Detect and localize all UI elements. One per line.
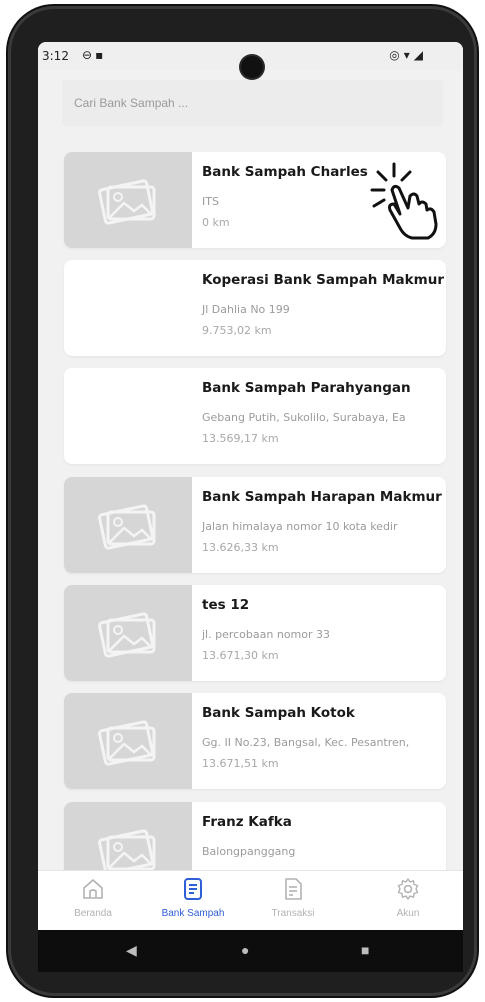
nav-label: Beranda <box>74 908 112 919</box>
system-navigation-bar: ◀ ● ■ <box>38 930 463 972</box>
bank-name: Koperasi Bank Sampah Makmur <box>202 272 444 288</box>
bank-image-placeholder <box>64 152 192 248</box>
recents-icon[interactable]: ■ <box>361 942 369 958</box>
data-saver-icon: ⊖ <box>82 48 96 62</box>
transaction-icon <box>285 878 302 900</box>
bank-name: Franz Kafka <box>202 814 292 830</box>
bank-name: Bank Sampah Kotok <box>202 705 355 721</box>
phone-frame: 3:12 ⊖▪ ◎▾◢ Cari Bank Sampah ... Bank Sa… <box>8 6 477 996</box>
bank-card[interactable]: Bank Sampah Charles ITS 0 km <box>64 152 446 248</box>
front-camera <box>241 56 263 78</box>
bank-image-placeholder <box>64 477 192 573</box>
back-icon[interactable]: ◀ <box>126 942 137 959</box>
nav-akun[interactable]: Akun <box>363 877 453 919</box>
bank-distance: 13.671,30 km <box>202 649 279 662</box>
bank-distance: 13.569,17 km <box>202 432 279 445</box>
image-icon <box>98 179 156 225</box>
location-icon: ◎ <box>389 48 404 62</box>
bank-distance: 13.671,51 km <box>202 757 279 770</box>
image-icon <box>98 720 156 766</box>
status-right-icons: ◎▾◢ <box>389 48 427 62</box>
bank-name: tes 12 <box>202 597 250 613</box>
nav-label: Akun <box>396 908 420 919</box>
home-icon <box>83 879 103 899</box>
search-box[interactable] <box>62 80 443 126</box>
sd-card-icon: ▪ <box>95 48 107 62</box>
bank-card[interactable]: Bank Sampah Harapan Makmur Jalan himalay… <box>64 477 446 573</box>
app-screen: 3:12 ⊖▪ ◎▾◢ Cari Bank Sampah ... Bank Sa… <box>38 42 463 972</box>
tap-hand-icon <box>370 162 438 240</box>
search-input[interactable] <box>62 80 414 126</box>
bank-card[interactable]: Bank Sampah Parahyangan Gebang Putih, Su… <box>64 368 446 464</box>
image-icon <box>98 504 156 550</box>
bank-card[interactable]: tes 12 jl. percobaan nomor 33 13.671,30 … <box>64 585 446 681</box>
bank-distance: 9.753,02 km <box>202 324 272 337</box>
home-icon[interactable]: ● <box>241 942 249 958</box>
bank-card[interactable]: Bank Sampah Kotok Gg. II No.23, Bangsal,… <box>64 693 446 789</box>
nav-label: Bank Sampah <box>161 908 225 919</box>
wifi-icon: ▾ <box>403 48 414 62</box>
document-list-icon <box>184 878 202 900</box>
gear-icon <box>397 878 419 900</box>
nav-beranda[interactable]: Beranda <box>48 877 138 919</box>
bank-name: Bank Sampah Parahyangan <box>202 380 411 396</box>
bank-distance: 13.626,33 km <box>202 541 279 554</box>
bank-image-placeholder <box>64 693 192 789</box>
nav-label: Transaksi <box>271 908 315 919</box>
nav-bank-sampah[interactable]: Bank Sampah <box>148 877 238 919</box>
bank-image-placeholder <box>64 585 192 681</box>
bank-address: Jalan himalaya nomor 10 kota kedir <box>202 520 398 533</box>
bank-address: Gg. II No.23, Bangsal, Kec. Pesantren, <box>202 736 410 749</box>
signal-icon: ◢ <box>413 48 427 62</box>
bank-address: Jl Dahlia No 199 <box>202 303 290 316</box>
bottom-navigation: Beranda Bank Sampah Transaksi Akun <box>38 870 463 931</box>
bank-address: jl. percobaan nomor 33 <box>202 628 331 641</box>
bank-name: Bank Sampah Harapan Makmur <box>202 489 442 505</box>
status-time: 3:12 <box>42 49 69 63</box>
image-icon <box>98 612 156 658</box>
bank-address: Gebang Putih, Sukolilo, Surabaya, Ea <box>202 411 406 424</box>
bank-card[interactable]: Koperasi Bank Sampah Makmur Jl Dahlia No… <box>64 260 446 356</box>
status-left-icons: ⊖▪ <box>82 48 106 62</box>
nav-transaksi[interactable]: Transaksi <box>248 877 338 919</box>
image-icon <box>98 829 156 875</box>
bank-address: Balongpanggang <box>202 845 296 858</box>
